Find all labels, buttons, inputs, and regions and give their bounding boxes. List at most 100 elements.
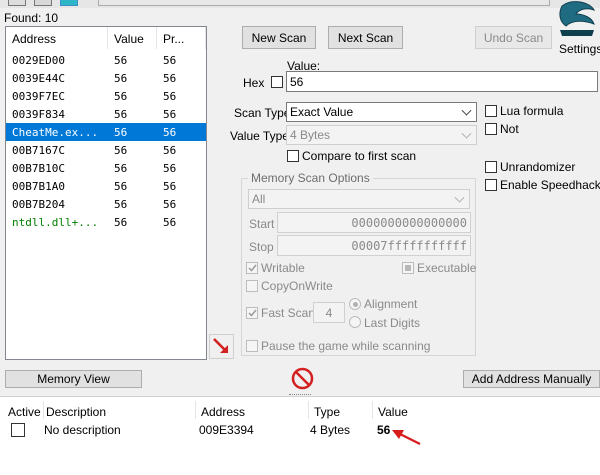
result-value: 56 bbox=[114, 108, 128, 121]
result-previous: 56 bbox=[163, 198, 177, 211]
open-process-icon[interactable] bbox=[8, 0, 26, 6]
copy-on-write-checkbox[interactable] bbox=[246, 280, 258, 292]
check-icon bbox=[248, 264, 257, 272]
scan-type-value: Exact Value bbox=[290, 105, 354, 119]
lua-formula-label[interactable]: Lua formula bbox=[500, 104, 563, 118]
scan-type-label: Scan Type bbox=[234, 106, 291, 120]
result-value: 56 bbox=[114, 180, 128, 193]
memory-view-button[interactable]: Memory View bbox=[5, 370, 142, 388]
region-select[interactable]: All bbox=[248, 189, 470, 209]
fast-scan-label[interactable]: Fast Scan bbox=[261, 306, 315, 320]
column-type[interactable]: Type bbox=[314, 405, 340, 419]
result-previous: 56 bbox=[163, 216, 177, 229]
result-value: 56 bbox=[114, 54, 128, 67]
not-label[interactable]: Not bbox=[500, 122, 519, 136]
region-value: All bbox=[252, 192, 266, 206]
result-value: 56 bbox=[114, 126, 128, 139]
not-checkbox[interactable] bbox=[485, 123, 497, 135]
start-address-input[interactable]: 0000000000000000 bbox=[277, 212, 471, 233]
fast-scan-input[interactable]: 4 bbox=[313, 302, 345, 323]
result-address: 00B7B204 bbox=[12, 198, 65, 211]
cheat-table-address-list[interactable]: Active Description Address Type Value No… bbox=[0, 396, 600, 475]
lua-formula-checkbox[interactable] bbox=[485, 105, 497, 117]
scan-type-select[interactable]: Exact Value bbox=[286, 102, 477, 122]
result-address: 0039F834 bbox=[12, 108, 65, 121]
copy-on-write-label[interactable]: CopyOnWrite bbox=[261, 279, 333, 293]
result-previous: 56 bbox=[163, 126, 177, 139]
result-row[interactable]: 00B7167C 56 56 bbox=[6, 141, 206, 159]
active-checkbox[interactable] bbox=[11, 423, 25, 437]
compare-first-checkbox[interactable] bbox=[287, 150, 299, 162]
last-digits-radio[interactable] bbox=[349, 316, 361, 328]
result-previous: 56 bbox=[163, 162, 177, 175]
radio-dot-icon bbox=[352, 301, 358, 307]
result-address: 00B7B1A0 bbox=[12, 180, 65, 193]
indeterminate-icon bbox=[405, 265, 411, 271]
pause-game-label[interactable]: Pause the game while scanning bbox=[261, 339, 430, 353]
entry-type[interactable]: 4 Bytes bbox=[310, 423, 350, 437]
memory-options-title: Memory Scan Options bbox=[248, 171, 373, 185]
value-type-label: Value Type bbox=[230, 129, 289, 143]
column-value[interactable]: Value bbox=[114, 32, 144, 46]
stop-label: Stop bbox=[249, 240, 274, 254]
undo-scan-button[interactable]: Undo Scan bbox=[475, 26, 552, 49]
hex-checkbox[interactable] bbox=[271, 76, 283, 88]
clear-list-icon[interactable] bbox=[291, 367, 314, 390]
table-row[interactable]: No description 009E3394 4 Bytes 56 bbox=[0, 421, 600, 439]
column-description[interactable]: Description bbox=[46, 405, 106, 419]
result-row[interactable]: 00B7B1A0 56 56 bbox=[6, 177, 206, 195]
result-address: 00B7B10C bbox=[12, 162, 65, 175]
last-digits-label[interactable]: Last Digits bbox=[364, 316, 420, 330]
value-input[interactable]: 56 bbox=[286, 71, 598, 92]
result-row[interactable]: 0039F7EC 56 56 bbox=[6, 87, 206, 105]
result-value: 56 bbox=[114, 144, 128, 157]
hex-label: Hex bbox=[243, 76, 265, 90]
column-address[interactable]: Address bbox=[12, 32, 56, 46]
writable-label[interactable]: Writable bbox=[261, 261, 305, 275]
column-value[interactable]: Value bbox=[378, 405, 408, 419]
save-icon[interactable] bbox=[34, 0, 52, 6]
result-value: 56 bbox=[114, 72, 128, 85]
result-value: 56 bbox=[114, 216, 128, 229]
chevron-down-icon bbox=[461, 128, 472, 139]
speedhack-checkbox[interactable] bbox=[485, 179, 497, 191]
alignment-label[interactable]: Alignment bbox=[364, 297, 417, 311]
result-row[interactable]: 0039F834 56 56 bbox=[6, 105, 206, 123]
unrandomizer-label[interactable]: Unrandomizer bbox=[500, 160, 575, 174]
executable-label[interactable]: Executable bbox=[417, 261, 476, 275]
result-address: ntdll.dll+... bbox=[12, 216, 99, 229]
next-scan-button[interactable]: Next Scan bbox=[328, 26, 403, 49]
result-row[interactable]: ntdll.dll+... 56 56 bbox=[6, 213, 206, 231]
compare-first-label[interactable]: Compare to first scan bbox=[302, 149, 416, 163]
result-address: CheatMe.ex... bbox=[12, 126, 99, 139]
result-address: 00B7167C bbox=[12, 144, 65, 157]
pause-game-checkbox[interactable] bbox=[246, 340, 258, 352]
check-icon bbox=[248, 309, 257, 317]
result-value: 56 bbox=[114, 198, 128, 211]
result-address: 0039F7EC bbox=[12, 90, 65, 103]
column-active[interactable]: Active bbox=[8, 405, 41, 419]
add-address-manually-button[interactable]: Add Address Manually bbox=[463, 370, 600, 388]
speedhack-label[interactable]: Enable Speedhack bbox=[500, 178, 600, 192]
result-row[interactable]: 0029ED00 56 56 bbox=[6, 51, 206, 69]
result-row[interactable]: 00B7B204 56 56 bbox=[6, 195, 206, 213]
unrandomizer-checkbox[interactable] bbox=[485, 161, 497, 173]
settings-label[interactable]: Settings bbox=[559, 42, 600, 56]
value-input-text: 56 bbox=[290, 74, 304, 89]
found-count: Found: 10 bbox=[4, 11, 59, 25]
value-type-select[interactable]: 4 Bytes bbox=[286, 125, 477, 145]
settings-logo-icon[interactable] bbox=[554, 0, 600, 42]
add-to-list-button[interactable] bbox=[209, 334, 234, 359]
result-row-selected[interactable]: CheatMe.ex... 56 56 bbox=[6, 123, 206, 141]
scan-results-list[interactable]: Address Value Pr... 0029ED00 56 56 0039E44… bbox=[5, 26, 207, 360]
result-row[interactable]: 0039E44C 56 56 bbox=[6, 69, 206, 87]
open-file-icon[interactable] bbox=[60, 0, 78, 6]
entry-address[interactable]: 009E3394 bbox=[199, 423, 254, 437]
fast-scan-value: 4 bbox=[325, 305, 333, 320]
entry-description[interactable]: No description bbox=[44, 423, 121, 437]
new-scan-button[interactable]: New Scan bbox=[242, 26, 316, 49]
column-previous[interactable]: Pr... bbox=[163, 32, 184, 46]
column-address[interactable]: Address bbox=[201, 405, 245, 419]
result-row[interactable]: 00B7B10C 56 56 bbox=[6, 159, 206, 177]
stop-address-input[interactable]: 00007fffffffffff bbox=[277, 235, 471, 256]
